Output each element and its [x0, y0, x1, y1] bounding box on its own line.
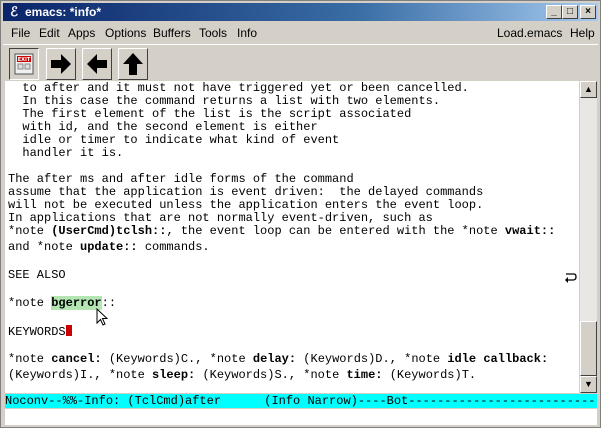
buffer-line: handler it is. — [8, 146, 124, 160]
scroll-up-button[interactable]: ▲ — [580, 81, 597, 98]
menu-edit[interactable]: Edit — [39, 26, 60, 40]
text-span: (Keywords)D., *note — [296, 352, 448, 366]
arrow-right-icon — [51, 54, 71, 74]
arrow-left-icon — [87, 54, 107, 74]
scroll-down-button[interactable]: ▼ — [580, 376, 597, 393]
text-cursor — [65, 325, 72, 336]
menu-buffers[interactable]: Buffers — [153, 26, 191, 40]
maximize-button[interactable]: □ — [562, 5, 578, 19]
exit-icon: EXIT — [14, 53, 34, 75]
info-buffer[interactable]: to after and it must not have triggered … — [5, 81, 579, 393]
keywords-heading: KEYWORDS — [8, 325, 72, 339]
menu-tools[interactable]: Tools — [199, 26, 227, 40]
xref-tclsh-link[interactable]: (UserCmd)tclsh:: — [51, 224, 166, 238]
emacs-logo-icon: ℰ — [10, 4, 18, 19]
xref-time-link[interactable]: time: — [346, 368, 382, 382]
menu-options[interactable]: Options — [105, 26, 146, 40]
xref-vwait-link[interactable]: vwait:: — [505, 224, 555, 238]
menu-file[interactable]: File — [11, 26, 30, 40]
arrow-up-icon — [123, 53, 143, 75]
menu-load-emacs[interactable]: Load.emacs — [497, 26, 562, 40]
xref-sleep-link[interactable]: sleep: — [152, 368, 195, 382]
text-span: (Keywords)S., *note — [195, 368, 347, 382]
text-span: *note — [8, 296, 52, 310]
previous-node-button[interactable] — [82, 48, 112, 80]
text-span: , the event loop can be entered with the… — [166, 224, 505, 238]
title-bar[interactable]: ℰ emacs: *info* _ □ × — [3, 3, 598, 21]
menu-help[interactable]: Help — [570, 26, 595, 40]
text-span: (Keywords)C., *note — [101, 352, 253, 366]
scroll-thumb[interactable] — [580, 321, 597, 376]
menu-bar: File Edit Apps Options Buffers Tools Inf… — [3, 23, 598, 43]
xref-update-link[interactable]: update:: — [80, 240, 138, 254]
text-span: and *note — [8, 240, 81, 254]
buffer-line: (Keywords)I., *note sleep: (Keywords)S.,… — [8, 369, 476, 382]
buffer-line: *note (UserCmd)tclsh::, the event loop c… — [8, 225, 555, 238]
line-wrap-icon — [565, 273, 577, 283]
xref-cancel-link[interactable]: cancel: — [51, 352, 101, 366]
toolbar: EXIT — [3, 44, 598, 83]
text-span: KEYWORDS — [8, 325, 66, 339]
text-span: (Keywords)T. — [382, 368, 477, 382]
window-title: emacs: *info* — [25, 5, 102, 19]
minimize-button[interactable]: _ — [546, 5, 562, 19]
text-span: *note — [8, 224, 52, 238]
up-node-button[interactable] — [118, 48, 148, 80]
next-node-button[interactable] — [46, 48, 76, 80]
minibuffer[interactable] — [5, 409, 597, 425]
buffer-line: *note cancel: (Keywords)C., *note delay:… — [8, 353, 548, 366]
menu-apps[interactable]: Apps — [68, 26, 95, 40]
close-button[interactable]: × — [580, 5, 596, 19]
xref-delay-link[interactable]: delay: — [253, 352, 296, 366]
buffer-line: and *note update:: commands. — [8, 241, 210, 254]
exit-button[interactable]: EXIT — [9, 48, 39, 80]
text-span: commands. — [137, 240, 210, 254]
xref-idle-callback-link[interactable]: idle callback: — [447, 352, 548, 366]
menu-info[interactable]: Info — [237, 26, 257, 40]
emacs-window: ℰ emacs: *info* _ □ × File Edit Apps Opt… — [0, 0, 601, 428]
text-span: (Keywords)I., *note — [8, 368, 153, 382]
vertical-scrollbar[interactable]: ▲ ▼ — [580, 81, 597, 393]
exit-label: EXIT — [18, 57, 31, 63]
text-span: *note — [8, 352, 52, 366]
see-also-heading: SEE ALSO — [8, 268, 66, 282]
mouse-pointer-icon — [96, 308, 109, 326]
xref-bgerror-link[interactable]: bgerror — [51, 296, 102, 310]
mode-line: Noconv--%%-Info: (TclCmd)after (Info Nar… — [5, 394, 597, 408]
